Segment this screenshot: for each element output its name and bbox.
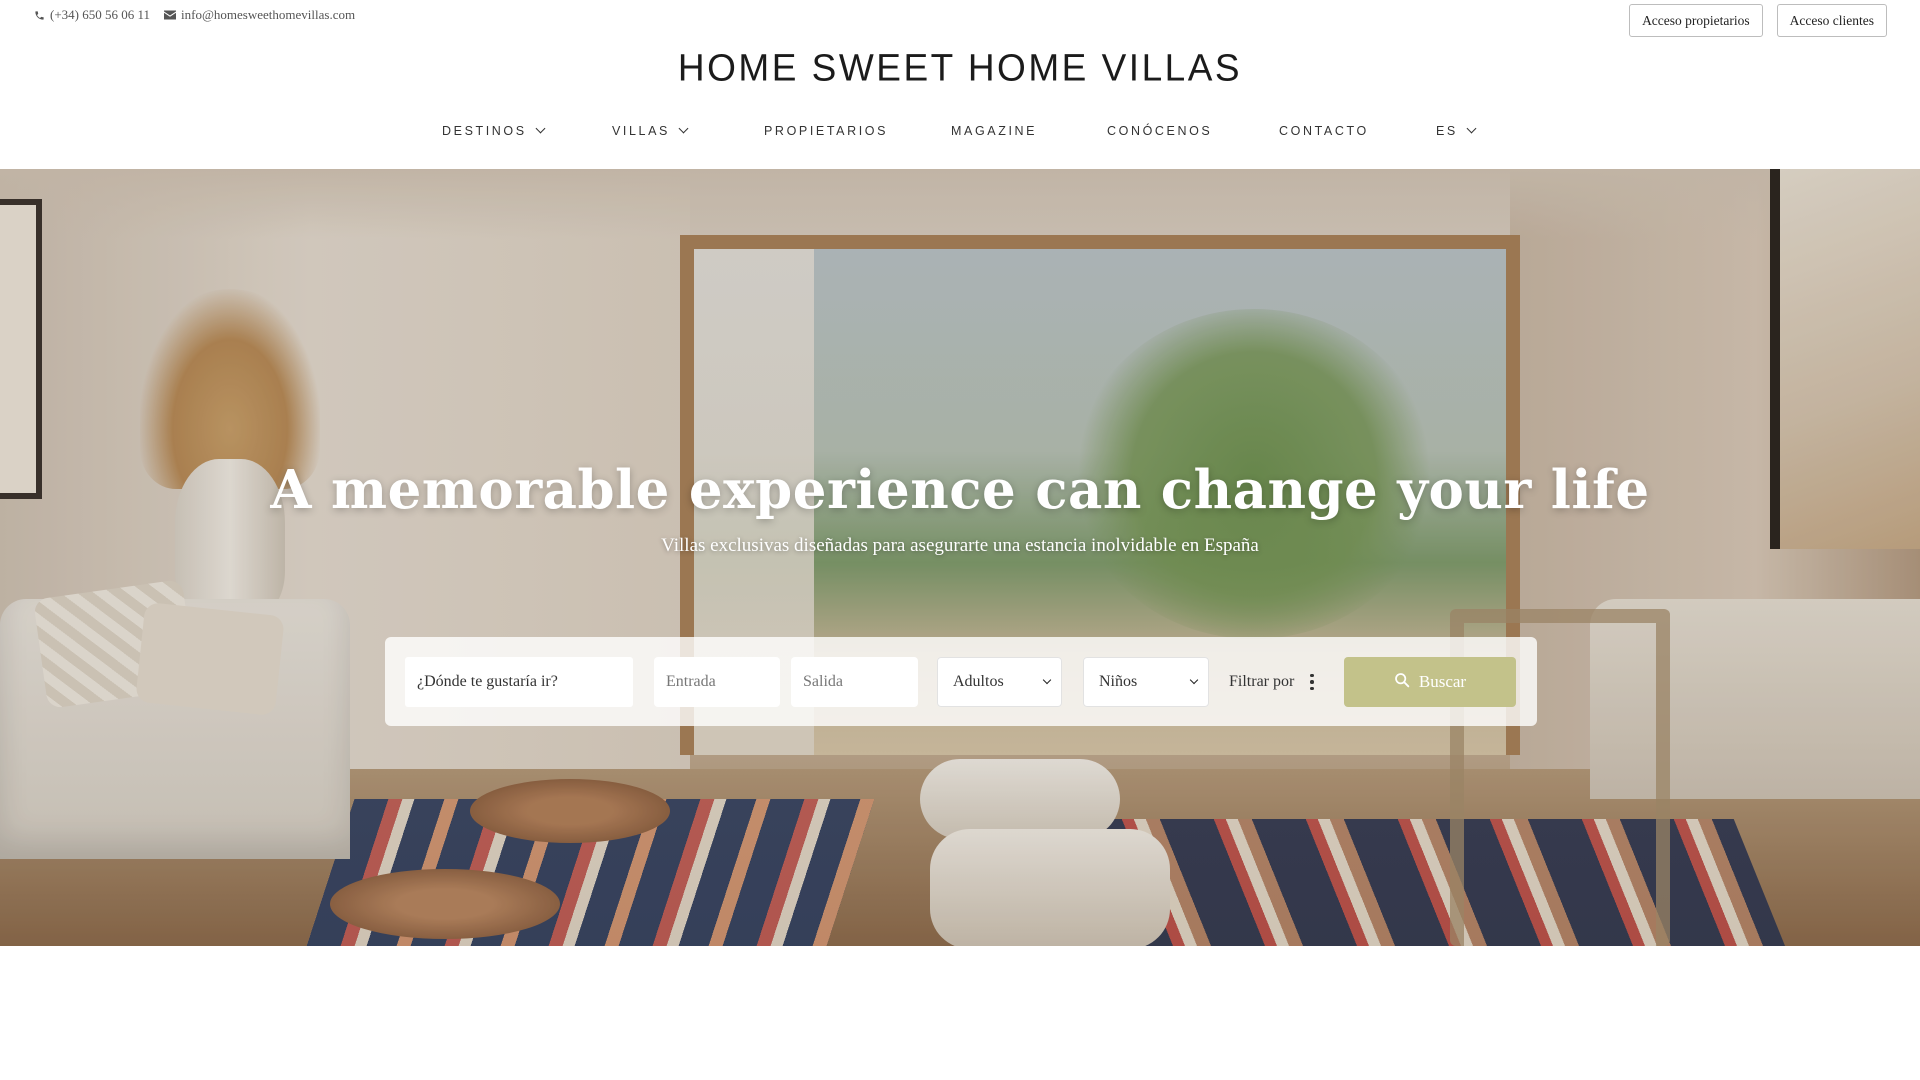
- site-logo[interactable]: HOME SWEET HOME VILLAS: [0, 46, 1920, 90]
- checkout-field[interactable]: [791, 657, 918, 707]
- top-bar: (+34) 650 56 06 11 info@homesweethomevil…: [0, 0, 1920, 42]
- contact-info: (+34) 650 56 06 11 info@homesweethomevil…: [34, 7, 355, 23]
- hero-overlay: [0, 169, 1920, 946]
- checkin-input[interactable]: [666, 657, 780, 707]
- nav-item-destinos[interactable]: DESTINOS: [442, 123, 546, 138]
- destination-input[interactable]: [417, 657, 633, 707]
- nav-item-propietarios[interactable]: PROPIETARIOS: [764, 124, 888, 138]
- search-bar: Adultos Niños Filtrar por Buscar: [385, 637, 1537, 726]
- hero-title: A memorable experience can change your l…: [270, 459, 1650, 521]
- checkout-input[interactable]: [803, 657, 918, 707]
- search-submit-button[interactable]: Buscar: [1344, 657, 1516, 707]
- nav-item-contacto[interactable]: CONTACTO: [1279, 124, 1369, 138]
- filter-button[interactable]: Filtrar por: [1229, 657, 1314, 707]
- chevron-down-icon: [1042, 675, 1052, 685]
- logo-text: HOME SWEET HOME VILLAS: [677, 46, 1243, 89]
- access-buttons: Acceso propietarios Acceso clientes: [1629, 4, 1887, 37]
- nav-item-magazine[interactable]: MAGAZINE: [951, 124, 1037, 138]
- phone-number: (+34) 650 56 06 11: [50, 7, 151, 22]
- vertical-dots-icon: [1310, 673, 1314, 691]
- filter-label: Filtrar por: [1229, 673, 1295, 690]
- nav-item-label: CONTACTO: [1279, 124, 1369, 138]
- nav-item-language[interactable]: ES: [1436, 123, 1477, 138]
- checkin-field[interactable]: [654, 657, 780, 707]
- owners-access-button[interactable]: Acceso propietarios: [1629, 4, 1763, 37]
- search-icon: [1394, 672, 1410, 693]
- hero-subtitle: Villas exclusivas diseñadas para asegura…: [661, 535, 1259, 556]
- chevron-down-icon: [535, 123, 546, 134]
- nav-item-label: DESTINOS: [442, 124, 527, 138]
- email-link[interactable]: info@homesweethomevillas.com: [164, 7, 355, 23]
- nav-item-label: CONÓCENOS: [1107, 124, 1213, 138]
- nav-item-conocenos[interactable]: CONÓCENOS: [1107, 124, 1212, 138]
- clients-access-button[interactable]: Acceso clientes: [1776, 4, 1887, 37]
- envelope-icon: [164, 10, 177, 20]
- destination-field[interactable]: [405, 657, 633, 707]
- nav-item-label: PROPIETARIOS: [764, 124, 889, 138]
- adults-select-value: Adultos: [953, 673, 1004, 690]
- phone-icon: [34, 10, 45, 21]
- phone-link[interactable]: (+34) 650 56 06 11: [34, 7, 150, 23]
- chevron-down-icon: [678, 123, 689, 134]
- children-select-value: Niños: [1099, 673, 1138, 690]
- children-select[interactable]: Niños: [1083, 657, 1209, 707]
- email-address: info@homesweethomevillas.com: [181, 7, 356, 22]
- adults-select[interactable]: Adultos: [937, 657, 1062, 707]
- chevron-down-icon: [1189, 675, 1199, 685]
- hero-banner: A memorable experience can change your l…: [0, 169, 1920, 946]
- nav-item-label: VILLAS: [612, 124, 670, 138]
- nav-item-label: ES: [1436, 124, 1458, 138]
- chevron-down-icon: [1466, 123, 1477, 134]
- nav-item-label: MAGAZINE: [951, 124, 1038, 138]
- main-nav: DESTINOS VILLAS PROPIETARIOS MAGAZINE CO…: [0, 118, 1920, 146]
- search-submit-label: Buscar: [1418, 672, 1467, 691]
- nav-item-villas[interactable]: VILLAS: [612, 123, 689, 138]
